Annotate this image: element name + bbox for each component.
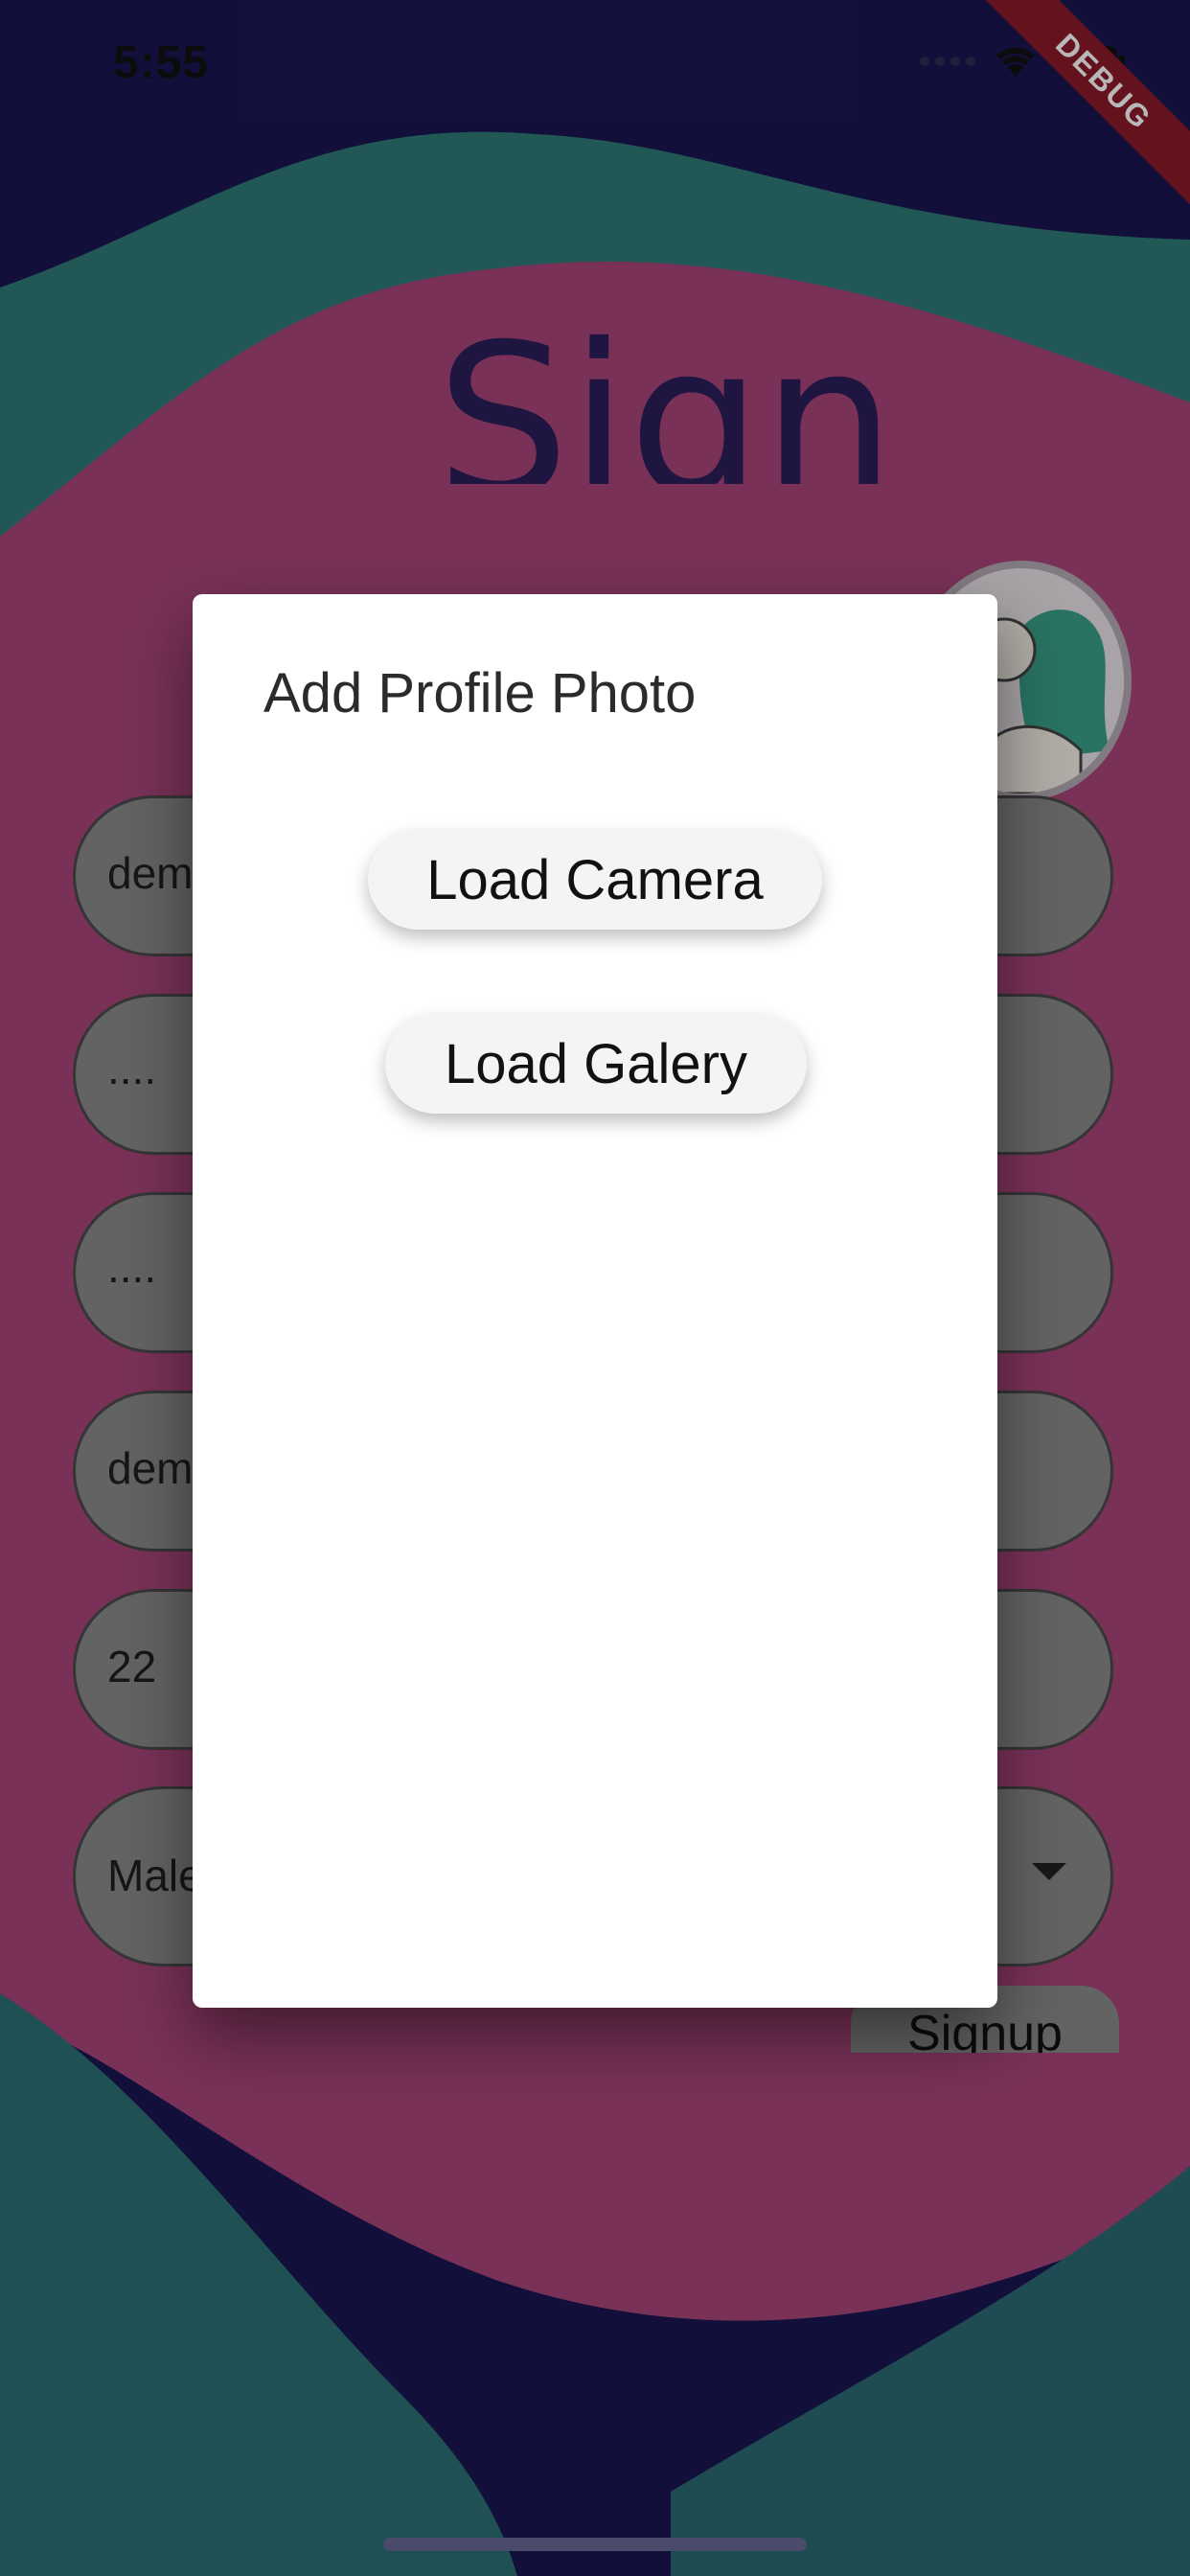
load-camera-button[interactable]: Load Camera	[368, 830, 822, 930]
add-photo-dialog: Add Profile Photo Load Camera Load Galer…	[193, 594, 997, 2008]
home-indicator	[383, 2538, 807, 2551]
load-gallery-button[interactable]: Load Galery	[385, 1014, 807, 1114]
dialog-title: Add Profile Photo	[263, 662, 697, 724]
